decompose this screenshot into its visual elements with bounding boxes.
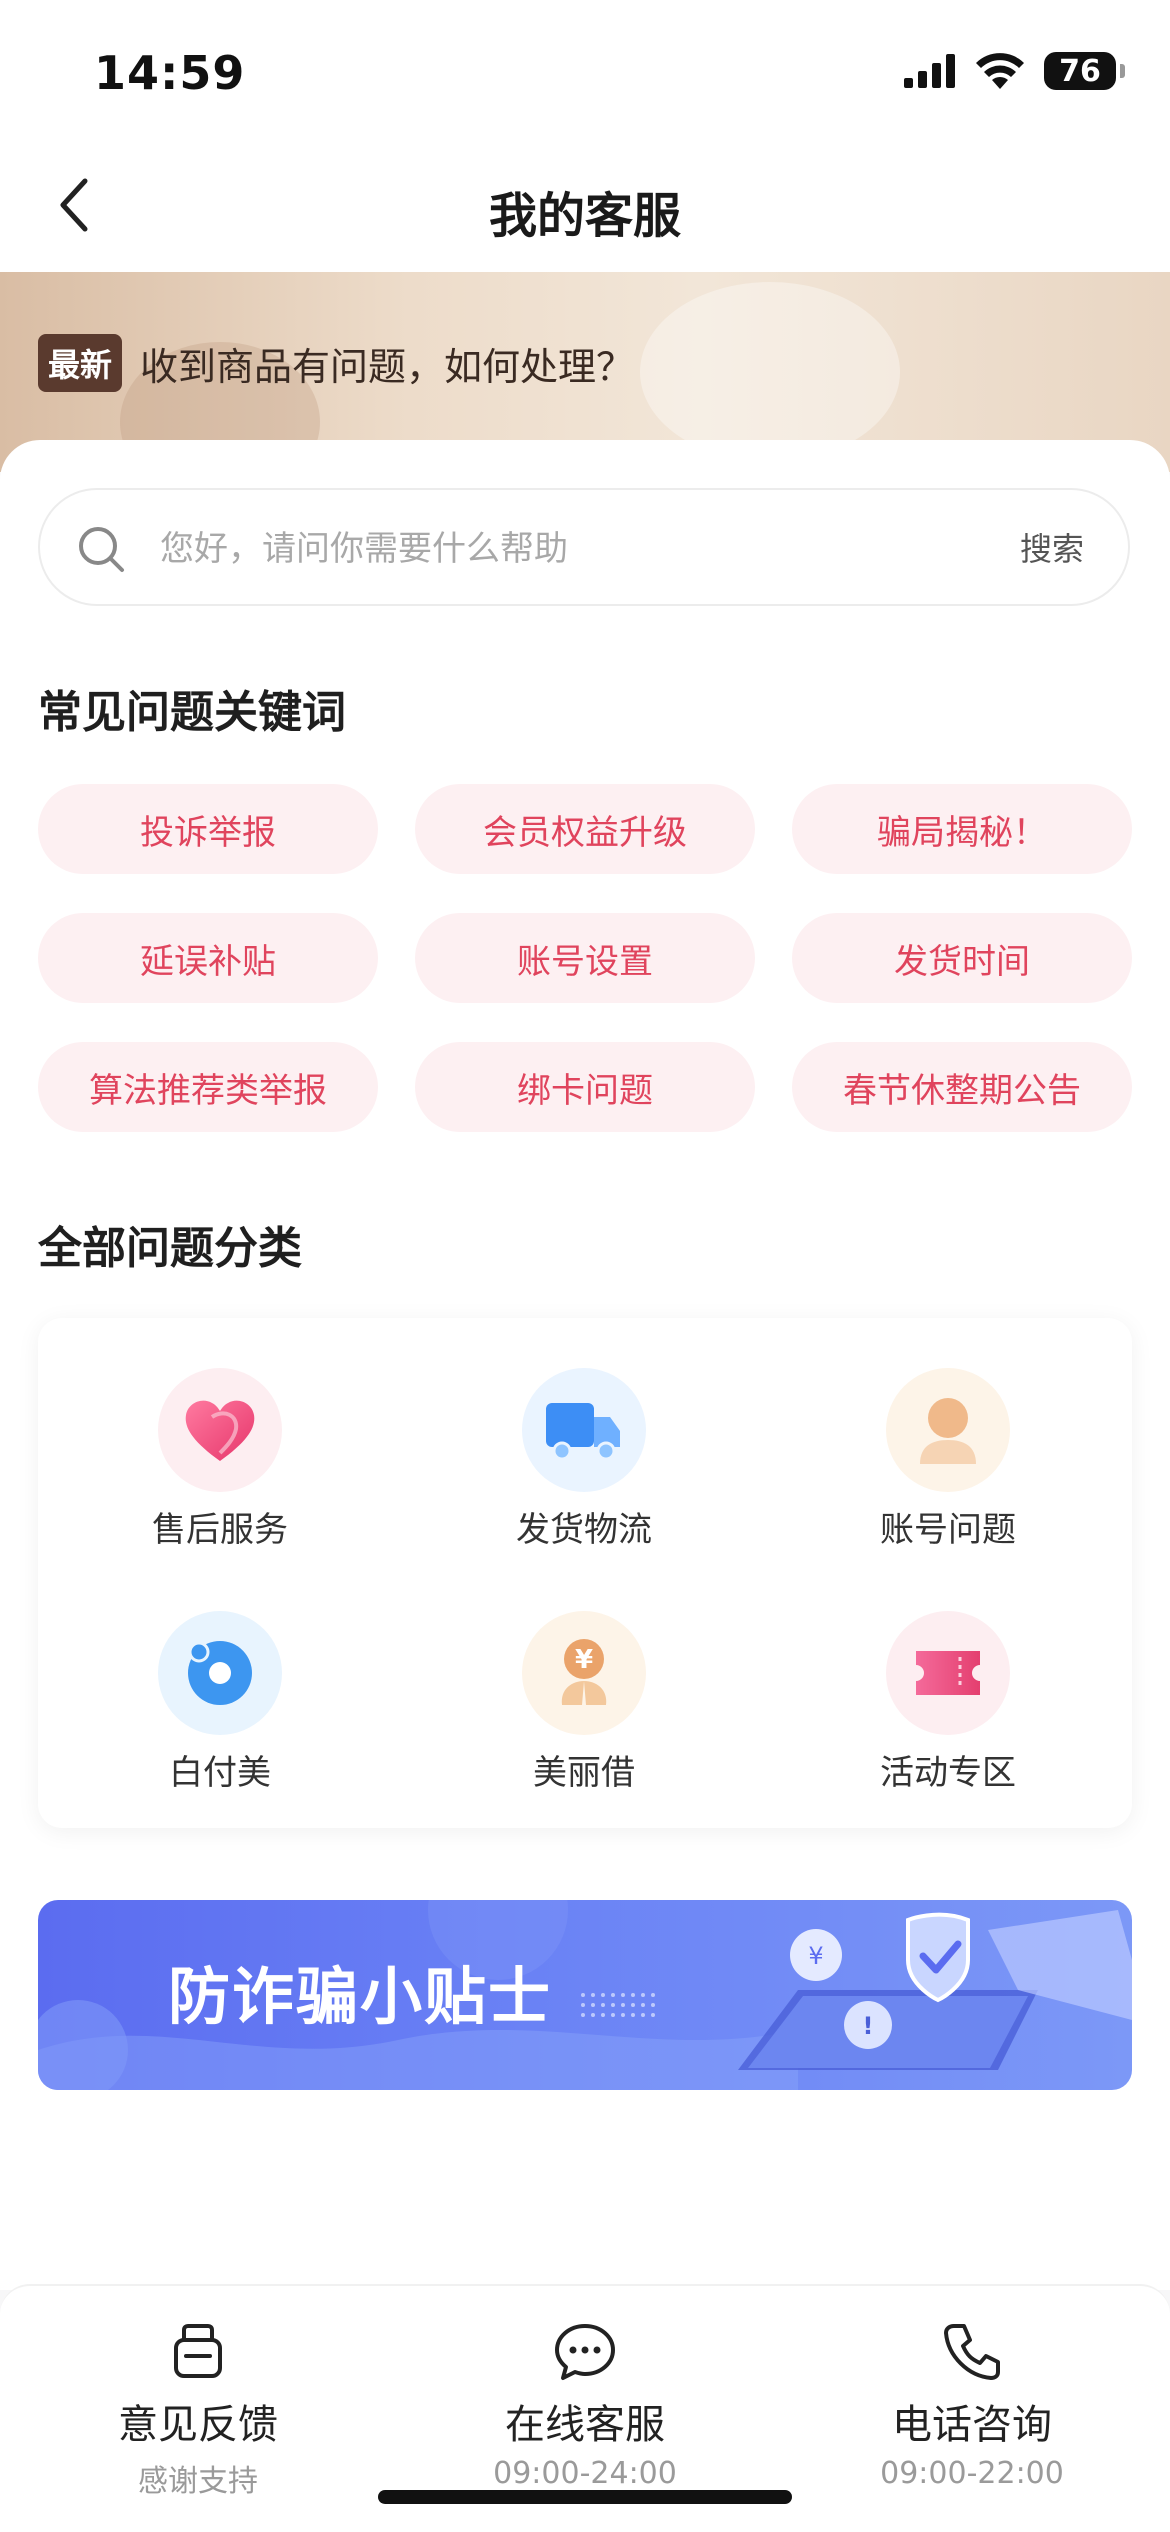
status-time: 14:59 bbox=[94, 46, 246, 100]
category-label: 账号问题 bbox=[880, 1510, 1016, 1550]
user-icon bbox=[920, 1398, 976, 1464]
main-content: 搜索 常见问题关键词 投诉举报 会员权益升级 骗局揭秘！ 延误补贴 账号设置 发… bbox=[0, 440, 1170, 2290]
wallet-icon bbox=[188, 1641, 252, 1705]
keyword-chip[interactable]: 发货时间 bbox=[792, 913, 1132, 1003]
ticket-icon bbox=[916, 1651, 980, 1695]
category-label: 美丽借 bbox=[533, 1753, 635, 1793]
truck-icon bbox=[546, 1403, 620, 1461]
bottom-sub: 感谢支持 bbox=[138, 2464, 258, 2499]
status-bar: 14:59 76 bbox=[0, 0, 1170, 140]
categories-title: 全部问题分类 bbox=[38, 1223, 302, 1274]
keyword-chip[interactable]: 会员权益升级 bbox=[415, 784, 755, 874]
category-card: 售后服务 发货物流 账号问题 白付美 ¥ 美丽借 活动专区 bbox=[38, 1318, 1132, 1828]
keyword-chip[interactable]: 算法推荐类举报 bbox=[38, 1042, 378, 1132]
new-badge: 最新 bbox=[38, 334, 123, 392]
page-title: 我的客服 bbox=[488, 188, 681, 244]
online-service-button[interactable]: 在线客服 09:00-24:00 bbox=[435, 2320, 735, 2491]
anti-fraud-banner[interactable]: ¥ ! 防诈骗小贴士 bbox=[38, 1900, 1132, 2090]
category-logistics[interactable]: 发货物流 bbox=[402, 1368, 766, 1551]
keyword-chip[interactable]: 骗局揭秘！ bbox=[792, 784, 1132, 874]
category-account[interactable]: 账号问题 bbox=[766, 1368, 1130, 1551]
category-grid: 售后服务 发货物流 账号问题 白付美 ¥ 美丽借 活动专区 bbox=[38, 1368, 1132, 1794]
nav-bar: 我的客服 bbox=[0, 140, 1170, 272]
phone-icon bbox=[944, 2324, 1000, 2380]
signal-icon bbox=[904, 54, 955, 88]
search-icon bbox=[79, 527, 124, 572]
news-item[interactable]: 最新 收到商品有问题，如何处理？ bbox=[38, 334, 634, 392]
phone-consult-button[interactable]: 电话咨询 09:00-22:00 bbox=[822, 2320, 1122, 2491]
category-label: 售后服务 bbox=[152, 1510, 288, 1550]
category-baifumei[interactable]: 白付美 bbox=[38, 1611, 402, 1794]
keyword-chip[interactable]: 投诉举报 bbox=[38, 784, 378, 874]
svg-text:!: ! bbox=[863, 2012, 874, 2040]
category-meilijie[interactable]: ¥ 美丽借 bbox=[402, 1611, 766, 1794]
feedback-button[interactable]: 意见反馈 感谢支持 bbox=[48, 2320, 348, 2500]
home-indicator[interactable] bbox=[378, 2490, 792, 2504]
search-input[interactable] bbox=[158, 520, 962, 578]
svg-text:¥: ¥ bbox=[808, 1942, 823, 1970]
status-icons: 76 bbox=[904, 52, 1125, 90]
bottom-sub: 09:00-22:00 bbox=[880, 2456, 1064, 2491]
customer-service-screen: 14:59 76 我的客服 最新 收到商品有问题，如何处理？ 您好，请问你需要什… bbox=[0, 0, 1170, 2532]
banner-title: 防诈骗小贴士 bbox=[168, 1960, 553, 2033]
category-events[interactable]: 活动专区 bbox=[766, 1611, 1130, 1794]
category-after-sales[interactable]: 售后服务 bbox=[38, 1368, 402, 1551]
keywords-title: 常见问题关键词 bbox=[38, 687, 346, 738]
wifi-icon bbox=[976, 53, 1024, 89]
money-bag-icon: ¥ bbox=[561, 1639, 607, 1705]
news-text: 收到商品有问题，如何处理？ bbox=[140, 344, 635, 389]
feedback-icon bbox=[174, 2324, 222, 2378]
category-label: 活动专区 bbox=[880, 1753, 1016, 1793]
search-bar[interactable]: 搜索 bbox=[38, 488, 1130, 606]
chat-icon bbox=[555, 2324, 615, 2380]
keyword-chip[interactable]: 绑卡问题 bbox=[415, 1042, 755, 1132]
bottom-sub: 09:00-24:00 bbox=[493, 2456, 677, 2491]
search-button[interactable]: 搜索 bbox=[1020, 524, 1084, 570]
heart-icon bbox=[185, 1400, 255, 1461]
keyword-chip[interactable]: 延误补贴 bbox=[38, 913, 378, 1003]
bottom-label: 电话咨询 bbox=[892, 2402, 1052, 2448]
svg-text:¥: ¥ bbox=[575, 1645, 593, 1675]
keyword-grid: 投诉举报 会员权益升级 骗局揭秘！ 延误补贴 账号设置 发货时间 算法推荐类举报… bbox=[38, 784, 1132, 1132]
battery-indicator: 76 bbox=[1044, 52, 1125, 90]
category-label: 白付美 bbox=[169, 1753, 271, 1793]
bottom-label: 意见反馈 bbox=[118, 2402, 278, 2448]
keyword-chip[interactable]: 春节休整期公告 bbox=[792, 1042, 1132, 1132]
keyword-chip[interactable]: 账号设置 bbox=[415, 913, 755, 1003]
bottom-label: 在线客服 bbox=[505, 2402, 665, 2448]
category-label: 发货物流 bbox=[516, 1510, 652, 1550]
